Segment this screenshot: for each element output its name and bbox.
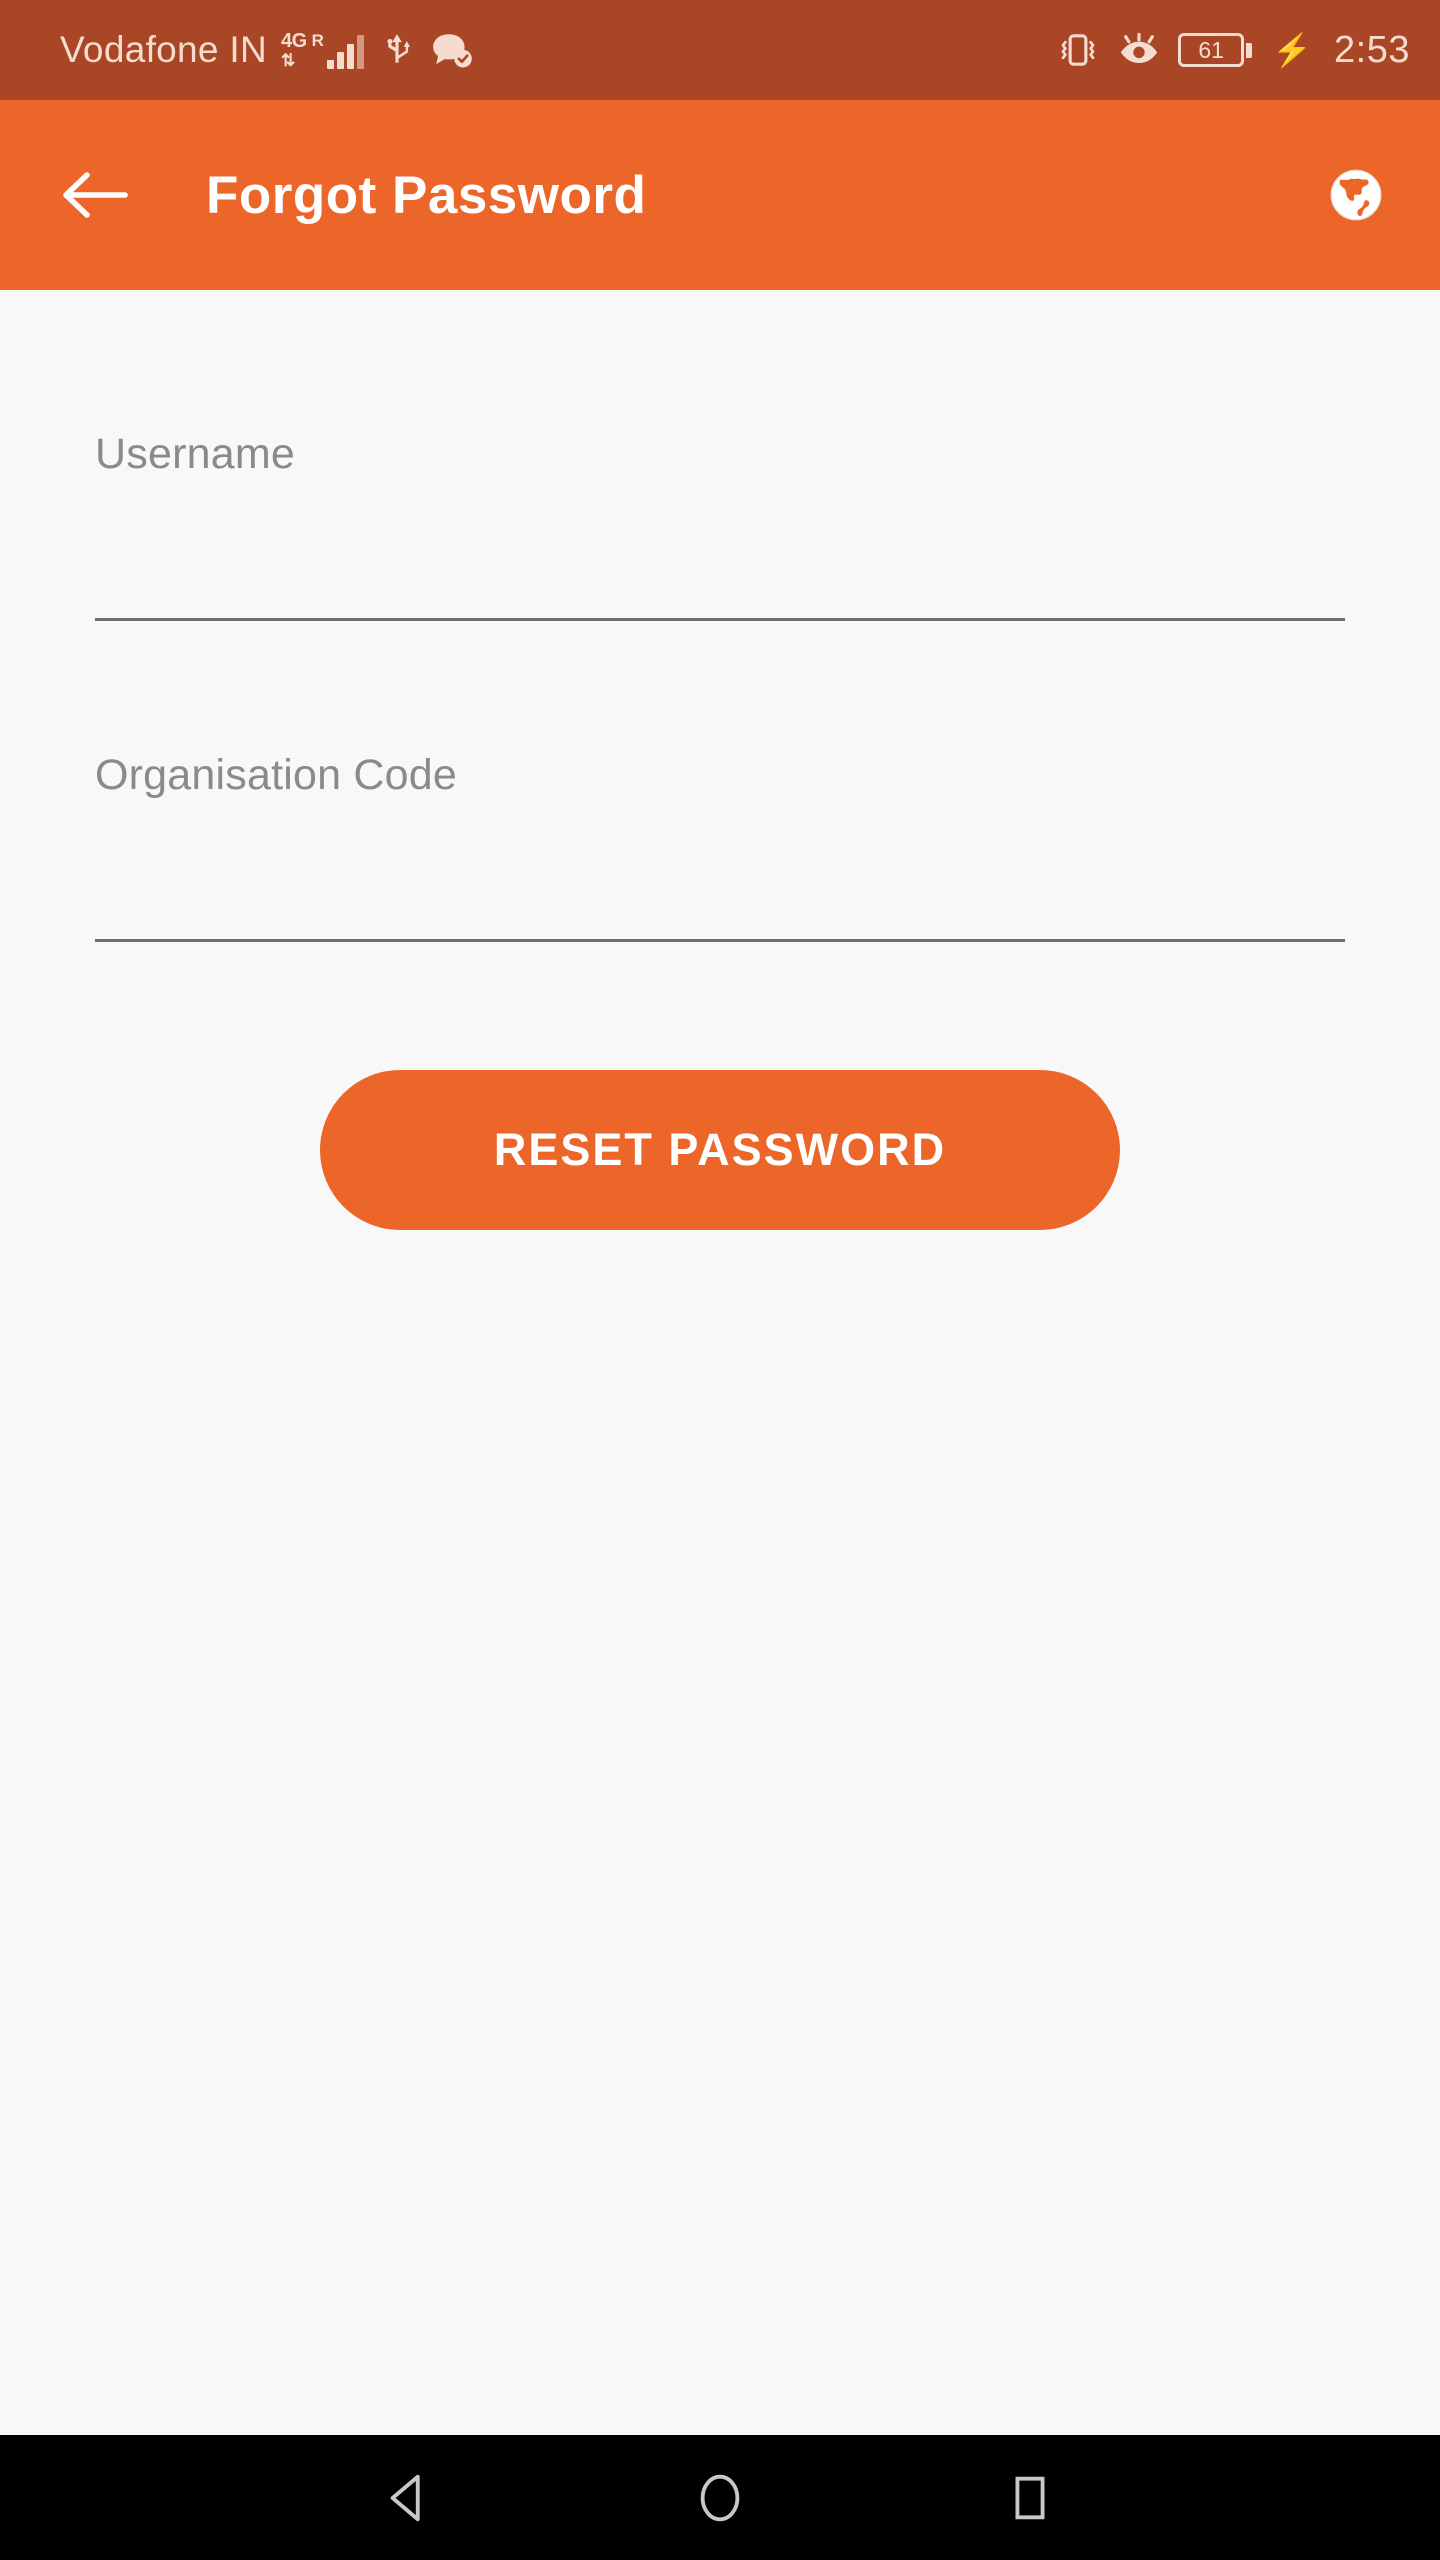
- battery-level-label: 61: [1198, 36, 1224, 63]
- phone-screen: Vodafone IN 4G ⇅ R 61 ⚡ 2:53 Forgot Pass…: [0, 0, 1440, 2560]
- status-bar: Vodafone IN 4G ⇅ R 61 ⚡ 2:53: [0, 0, 1440, 100]
- app-bar: Forgot Password: [0, 100, 1440, 290]
- clock-label: 2:53: [1334, 28, 1410, 71]
- signal-bars-icon: 4G ⇅ R: [281, 31, 364, 69]
- back-arrow-icon: [63, 172, 128, 218]
- vibrate-icon: [1061, 34, 1095, 66]
- chat-verified-icon: [433, 34, 472, 68]
- network-generation-label: 4G: [280, 30, 307, 52]
- nav-home-button[interactable]: [665, 2443, 775, 2553]
- nav-home-circle-icon: [700, 2474, 740, 2521]
- status-bar-left: Vodafone IN 4G ⇅ R: [60, 29, 474, 71]
- username-field-group: Username: [95, 430, 1345, 621]
- nav-recents-square-icon: [1015, 2476, 1045, 2519]
- battery-indicator: 61: [1178, 33, 1253, 67]
- status-bar-right: 61 ⚡ 2:53: [1056, 29, 1410, 72]
- submit-row: RESET PASSWORD: [95, 1070, 1345, 1230]
- organisation-code-field-group: Organisation Code: [95, 751, 1345, 942]
- network-roaming-label: R: [311, 31, 324, 50]
- network-arrows-label: ⇅: [280, 51, 295, 70]
- android-navigation-bar: [0, 2435, 1440, 2560]
- page-title: Forgot Password: [206, 165, 647, 225]
- nav-recents-button[interactable]: [975, 2443, 1085, 2553]
- battery-tip-icon: [1246, 42, 1253, 58]
- battery-icon: 61: [1178, 33, 1245, 67]
- username-label: Username: [95, 430, 295, 478]
- usb-icon: [387, 34, 410, 63]
- nav-back-triangle-icon: [390, 2474, 420, 2521]
- reset-password-button[interactable]: RESET PASSWORD: [320, 1070, 1120, 1230]
- eye-care-icon: [1120, 32, 1158, 63]
- language-button[interactable]: [1316, 155, 1396, 235]
- organisation-code-input[interactable]: [95, 898, 1345, 942]
- signal-strength-icon: [326, 35, 364, 69]
- username-input[interactable]: [95, 577, 1345, 621]
- charging-bolt-icon: ⚡: [1272, 32, 1313, 68]
- back-button[interactable]: [56, 156, 134, 234]
- globe-icon: [1330, 169, 1382, 221]
- main-content: Username Organisation Code RESET PASSWOR…: [0, 290, 1440, 2435]
- organisation-code-label: Organisation Code: [95, 751, 457, 799]
- nav-back-button[interactable]: [355, 2443, 465, 2553]
- carrier-label: Vodafone IN: [60, 29, 267, 70]
